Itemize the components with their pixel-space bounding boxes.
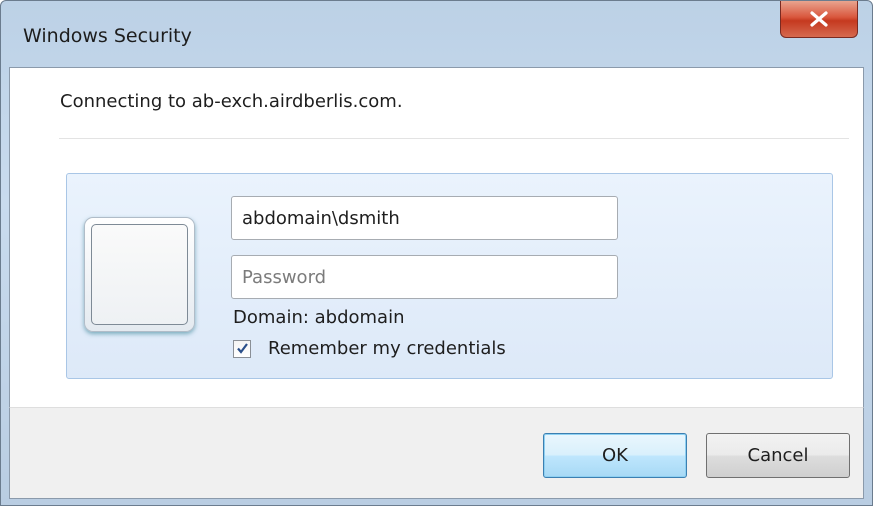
ok-button[interactable]: OK (543, 433, 687, 478)
username-field[interactable] (231, 196, 618, 240)
windows-security-dialog: Windows Security Connecting to ab-exch.a… (0, 0, 873, 506)
password-field[interactable] (231, 255, 618, 299)
cancel-button[interactable]: Cancel (706, 433, 850, 478)
domain-label: Domain: abdomain (233, 307, 405, 328)
close-icon (810, 11, 828, 27)
title-bar[interactable]: Windows Security (1, 1, 872, 67)
remember-credentials-checkbox[interactable] (233, 339, 251, 358)
button-bar: OK Cancel (9, 407, 864, 499)
separator (59, 138, 849, 139)
window-title: Windows Security (23, 25, 192, 47)
connecting-message: Connecting to ab-exch.airdberlis.com. (60, 91, 403, 112)
remember-credentials-label: Remember my credentials (268, 338, 506, 359)
user-tile-frame (91, 224, 188, 325)
dialog-content: Connecting to ab-exch.airdberlis.com. Do… (9, 67, 864, 407)
checkmark-icon (236, 343, 248, 354)
close-button[interactable] (780, 1, 858, 38)
credential-tile[interactable]: Domain: abdomain Remember my credentials (66, 173, 833, 379)
user-tile-icon (84, 217, 195, 332)
remember-credentials-option[interactable]: Remember my credentials (233, 338, 506, 359)
